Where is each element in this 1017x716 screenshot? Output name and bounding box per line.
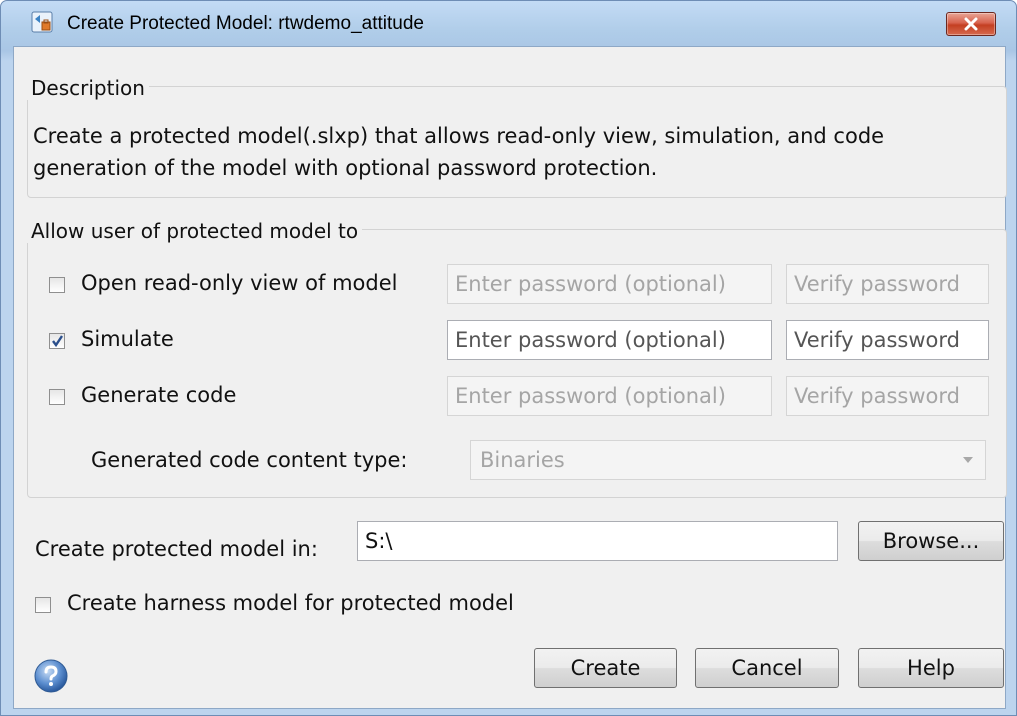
simulate-verify-input[interactable]: Verify password [786, 320, 989, 360]
title-bar: Create Protected Model: rtwdemo_attitude [1, 1, 1016, 45]
question-mark-icon[interactable] [33, 658, 69, 694]
generate-code-label: Generate code [81, 383, 237, 407]
browse-button[interactable]: Browse... [858, 521, 1004, 561]
create-button[interactable]: Create [534, 648, 677, 688]
read-only-verify-input[interactable]: Verify password [786, 264, 989, 304]
read-only-view-checkbox[interactable] [49, 277, 65, 293]
content-type-dropdown[interactable]: Binaries [470, 440, 986, 480]
cancel-button[interactable]: Cancel [695, 648, 839, 688]
window-title: Create Protected Model: rtwdemo_attitude [67, 13, 424, 34]
generate-code-verify-input[interactable]: Verify password [786, 376, 989, 416]
content-type-value: Binaries [480, 448, 565, 472]
simulate-label: Simulate [81, 327, 174, 351]
read-only-view-label: Open read-only view of model [81, 271, 398, 295]
help-button[interactable]: Help [858, 648, 1004, 688]
read-only-password-input[interactable]: Enter password (optional) [447, 264, 772, 304]
harness-label: Create harness model for protected model [67, 591, 514, 615]
location-input[interactable]: S:\ [357, 521, 838, 561]
close-x-icon [964, 17, 978, 31]
content-type-label: Generated code content type: [91, 448, 408, 472]
description-text: Create a protected model(.slxp) that all… [33, 124, 885, 180]
simulink-model-icon [31, 11, 53, 33]
dropdown-arrow-icon [963, 457, 973, 463]
generate-code-checkbox[interactable] [49, 389, 65, 405]
harness-checkbox[interactable] [35, 597, 51, 613]
checkmark-icon [52, 335, 63, 348]
simulate-password-input[interactable]: Enter password (optional) [447, 320, 772, 360]
description-legend: Description [27, 76, 149, 100]
simulate-checkbox[interactable] [49, 333, 65, 349]
permissions-legend: Allow user of protected model to [27, 219, 363, 243]
close-button[interactable] [946, 12, 996, 36]
location-label: Create protected model in: [35, 537, 318, 561]
generate-code-password-input[interactable]: Enter password (optional) [447, 376, 772, 416]
